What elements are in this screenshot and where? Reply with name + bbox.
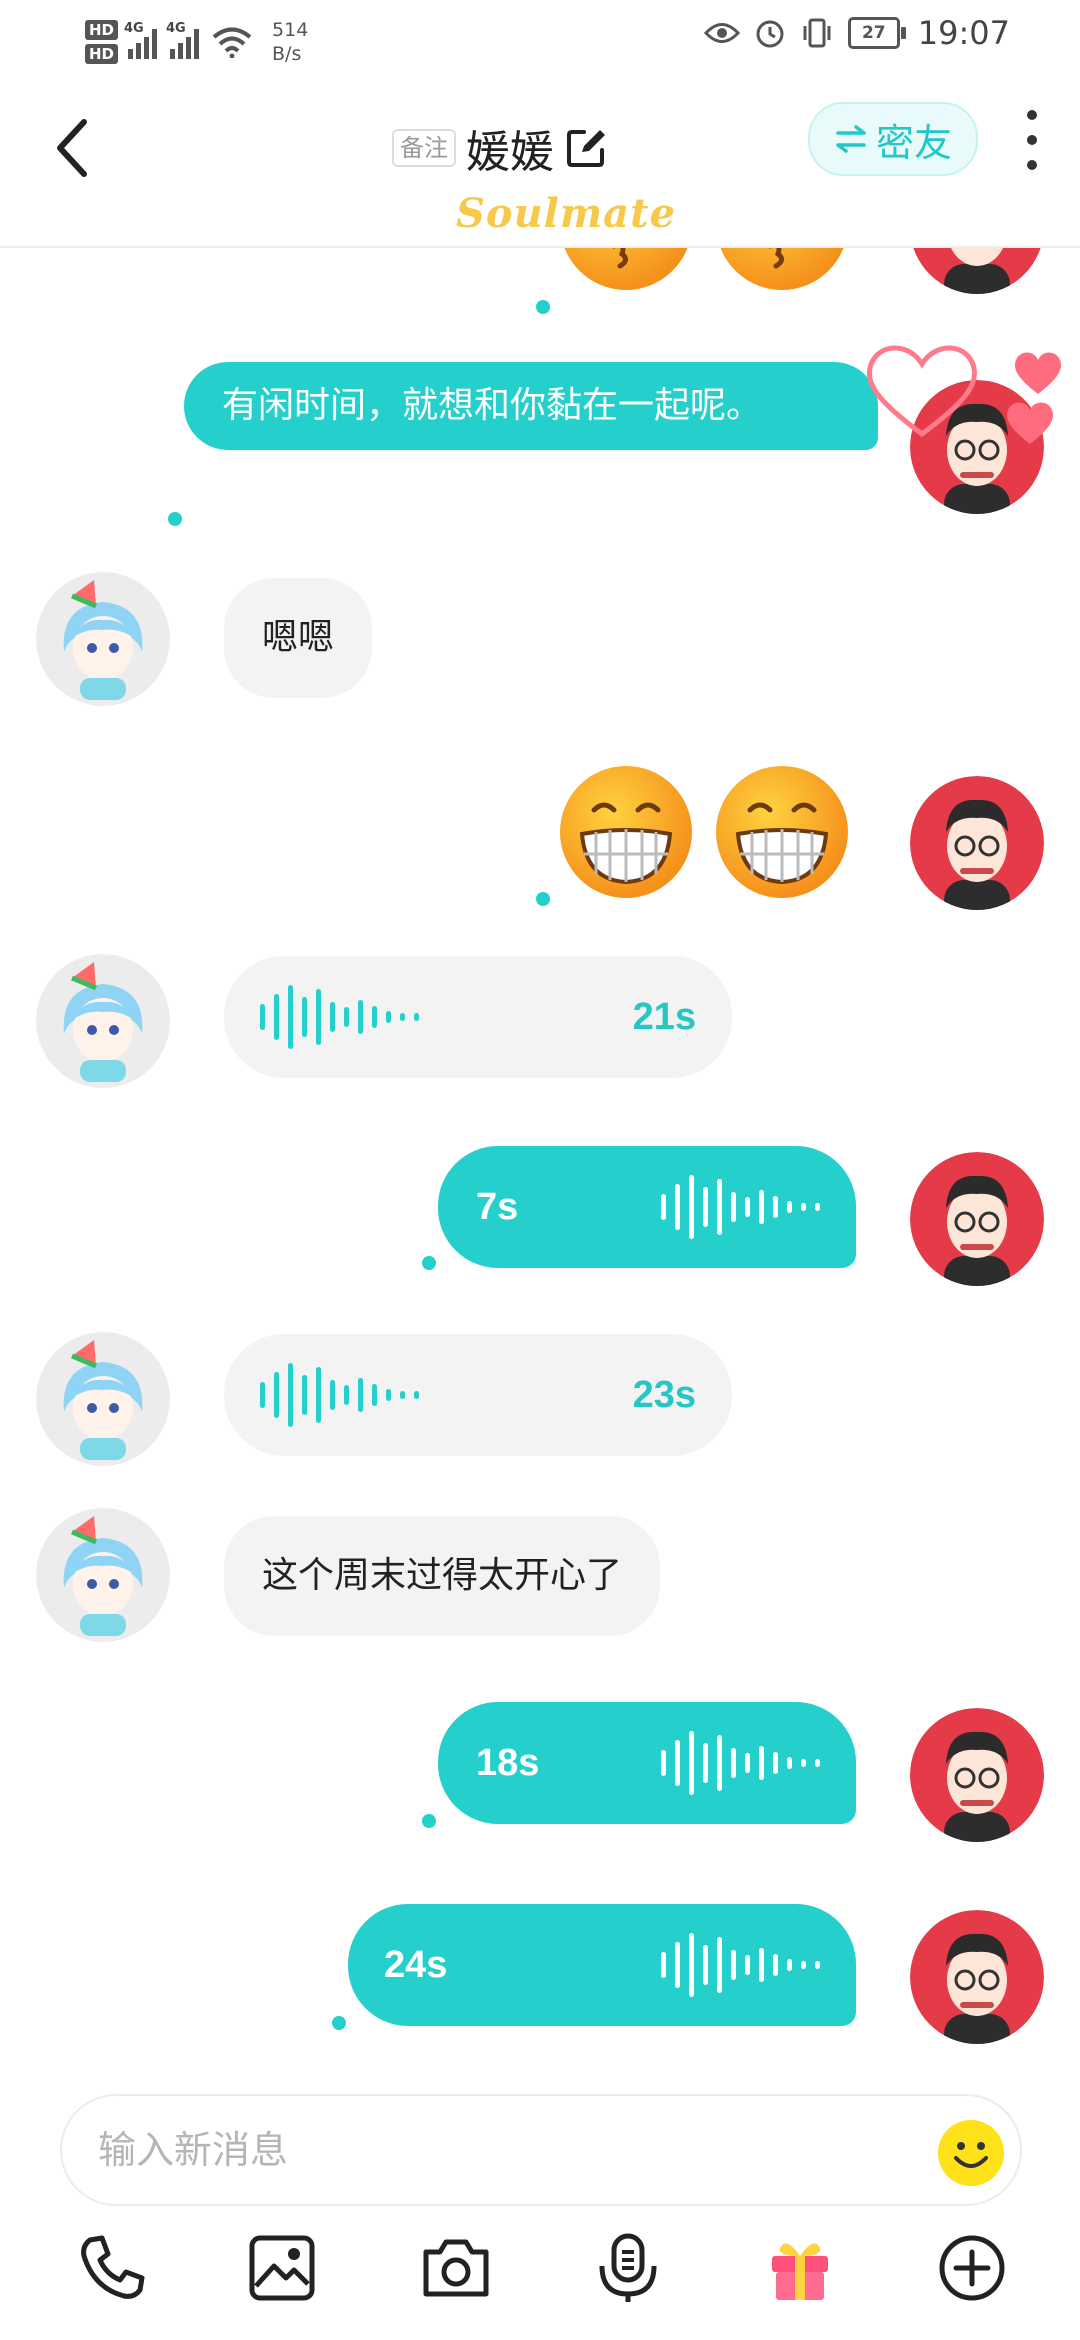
friend-avatar[interactable]: [36, 954, 170, 1088]
message-list[interactable]: 有闲时间，就想和你黏在一起呢。 嗯嗯 21s 7s 23s 这个周末过得太开心了…: [0, 246, 1080, 2086]
alarm-icon: [756, 20, 784, 48]
kiss-emoji-icon-2: [719, 246, 845, 290]
signal-icon-2: 4G: [166, 21, 202, 59]
incoming-voice-message[interactable]: 21s: [224, 956, 732, 1078]
voice-waveform-icon: [661, 1933, 820, 1997]
emoji-picker-icon[interactable]: [936, 2118, 1006, 2188]
message-text: 有闲时间，就想和你黏在一起呢。: [222, 385, 763, 426]
soulmate-logo: Soulmate: [456, 190, 677, 237]
eye-icon: [703, 23, 740, 43]
incoming-text-bubble[interactable]: 嗯嗯: [224, 578, 373, 698]
incoming-voice-message[interactable]: 23s: [224, 1334, 732, 1456]
kiss-emoji-icon: [563, 246, 689, 290]
remark-tag[interactable]: 备注: [392, 129, 456, 167]
voice-waveform-icon: [661, 1731, 820, 1795]
message-input[interactable]: [96, 2116, 900, 2184]
friend-avatar[interactable]: [36, 572, 170, 706]
back-arrow-icon[interactable]: [48, 108, 98, 188]
bottom-toolbar: [0, 2232, 1080, 2340]
close-friend-button[interactable]: 密友: [808, 102, 978, 176]
image-icon[interactable]: [246, 2232, 318, 2304]
read-dot: [536, 300, 550, 314]
voice-duration: 7s: [476, 1185, 519, 1228]
grin-emoji-icon[interactable]: [556, 762, 696, 902]
read-dot: [422, 1256, 436, 1270]
my-avatar[interactable]: [910, 246, 1044, 294]
outgoing-voice-message[interactable]: 7s: [438, 1146, 856, 1268]
outgoing-text-bubble[interactable]: 有闲时间，就想和你黏在一起呢。: [184, 362, 878, 450]
voice-duration: 21s: [632, 995, 696, 1038]
wifi-icon: [212, 27, 252, 58]
message-text: 这个周末过得太开心了: [262, 1555, 623, 1596]
chat-header: 备注 媛媛 密友 Soulmate: [0, 80, 1080, 248]
swap-icon: [836, 125, 866, 153]
close-friend-label: 密友: [875, 120, 952, 165]
read-dot: [332, 2016, 346, 2030]
phone-icon[interactable]: [76, 2232, 148, 2304]
vibrate-icon: [803, 18, 831, 48]
message-input-bar: [60, 2094, 1022, 2206]
voice-waveform-icon: [661, 1175, 820, 1239]
voice-duration: 23s: [632, 1373, 696, 1416]
voice-waveform-icon: [260, 985, 419, 1049]
edit-icon[interactable]: [564, 126, 608, 170]
more-options-icon[interactable]: [1020, 110, 1044, 170]
read-dot: [536, 892, 550, 906]
my-avatar[interactable]: [910, 1708, 1044, 1842]
net-speed: 514 B/s: [272, 19, 309, 65]
read-dot: [168, 512, 182, 526]
my-avatar[interactable]: [910, 1910, 1044, 2044]
status-bar: HD HD 4G 4G 514 B/s 27 19:07: [0, 0, 1080, 80]
read-dot: [422, 1814, 436, 1828]
my-avatar[interactable]: [910, 776, 1044, 910]
gift-icon[interactable]: [764, 2232, 836, 2304]
plus-icon[interactable]: [936, 2232, 1008, 2304]
message-text: 嗯嗯: [262, 617, 335, 658]
hearts-decoration-icon: [866, 345, 1062, 444]
outgoing-voice-message[interactable]: 18s: [438, 1702, 856, 1824]
net2-label: 4G: [166, 21, 186, 36]
grin-emoji-icon-2[interactable]: [712, 762, 852, 902]
title-area: 备注 媛媛: [392, 108, 608, 188]
voice-mic-icon[interactable]: [592, 2232, 664, 2304]
incoming-text-bubble[interactable]: 这个周末过得太开心了: [224, 1516, 661, 1636]
voice-duration: 24s: [384, 1943, 448, 1986]
voice-waveform-icon: [260, 1363, 419, 1427]
net1-label: 4G: [124, 21, 144, 36]
page-title: 媛媛: [466, 127, 554, 178]
hd2-label: HD: [85, 44, 119, 64]
hd-indicator: HD HD: [85, 20, 119, 64]
my-avatar[interactable]: [910, 1152, 1044, 1286]
hd1-label: HD: [85, 20, 119, 40]
outgoing-voice-message[interactable]: 24s: [348, 1904, 856, 2026]
battery-icon: 27: [847, 17, 906, 49]
clock: 19:07: [917, 14, 1010, 52]
friend-avatar[interactable]: [36, 1508, 170, 1642]
friend-avatar[interactable]: [36, 1332, 170, 1466]
signal-icon: 4G: [124, 21, 160, 59]
voice-duration: 18s: [476, 1741, 540, 1784]
camera-icon[interactable]: [420, 2232, 492, 2304]
